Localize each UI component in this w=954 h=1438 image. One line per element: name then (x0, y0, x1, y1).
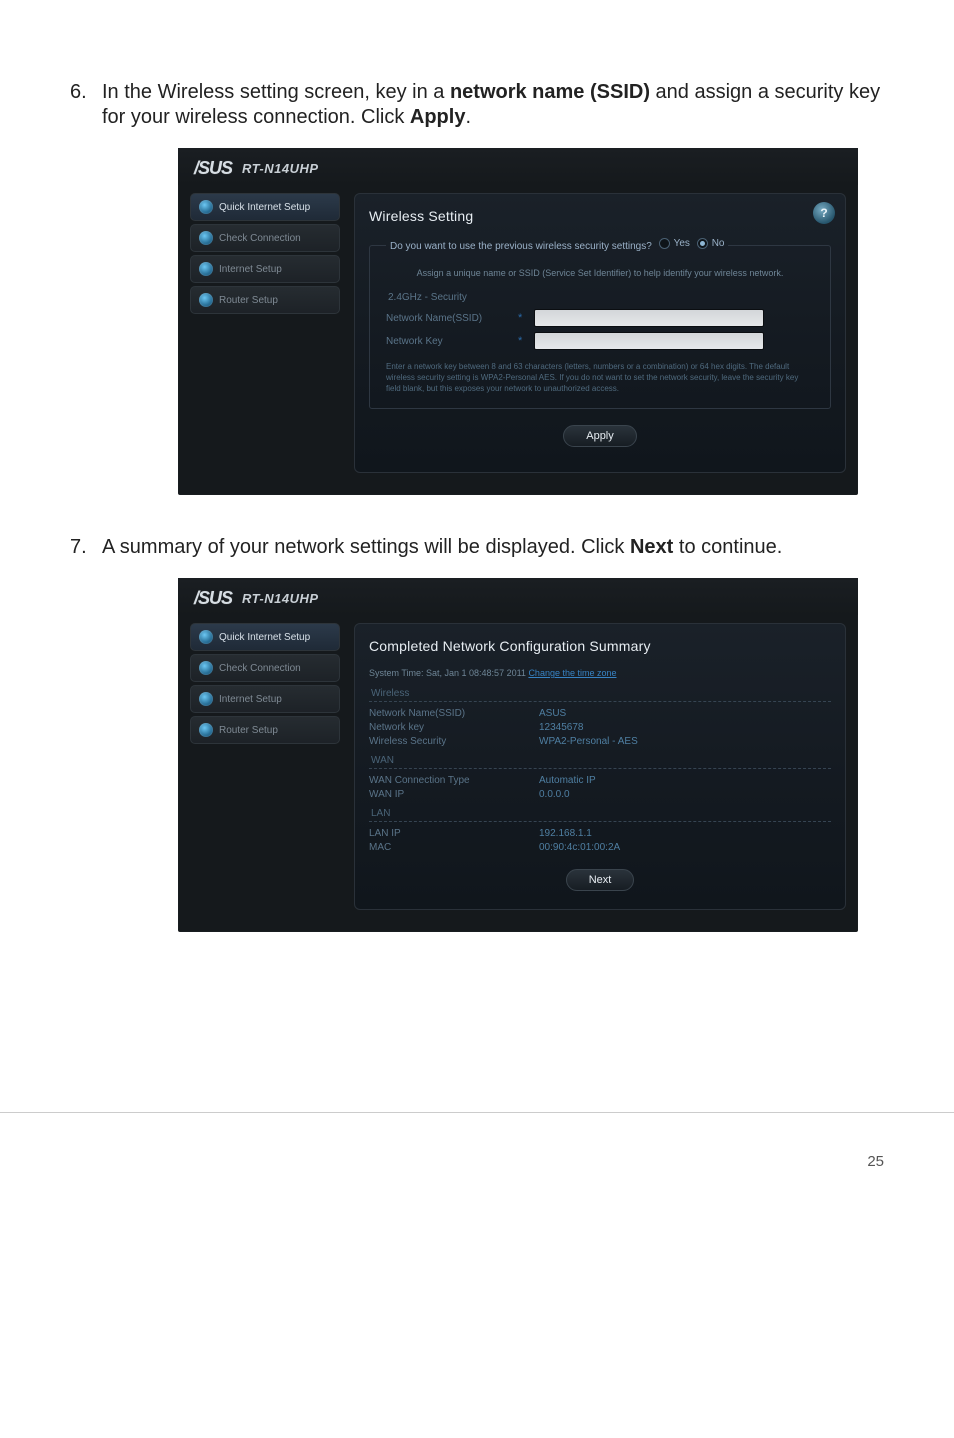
next-button[interactable]: Next (566, 869, 635, 891)
brand-bar: /SUS RT-N14UHP (178, 148, 858, 185)
key-fine-print: Enter a network key between 8 and 63 cha… (386, 362, 814, 394)
wireless-fieldset: Do you want to use the previous wireless… (369, 238, 831, 409)
kv-key: Network key12345678 (369, 722, 831, 733)
divider (369, 821, 831, 822)
key-label: Network Key (386, 336, 506, 347)
step-dot-icon (199, 262, 213, 276)
section-wireless: Wireless (371, 688, 831, 699)
model-label: RT-N14UHP (242, 591, 319, 606)
sidebar-item-internet-setup[interactable]: Internet Setup (190, 255, 340, 283)
step-dot-icon (199, 630, 213, 644)
step-number: 7. (70, 535, 102, 560)
apply-button[interactable]: Apply (563, 425, 637, 447)
summary-panel: Completed Network Configuration Summary … (354, 623, 846, 910)
step-text: A summary of your network settings will … (102, 535, 884, 560)
divider (369, 768, 831, 769)
model-label: RT-N14UHP (242, 161, 319, 176)
kv-ssid: Network Name(SSID)ASUS (369, 708, 831, 719)
wireless-setting-panel: ? Wireless Setting Do you want to use th… (354, 193, 846, 473)
step-dot-icon (199, 723, 213, 737)
sidebar-item-check-connection[interactable]: Check Connection (190, 224, 340, 252)
required-star: * (518, 335, 522, 347)
kv-wan-ip: WAN IP0.0.0.0 (369, 789, 831, 800)
key-row: Network Key * (386, 332, 814, 350)
bold-apply: Apply (410, 106, 466, 128)
sidebar-item-qis[interactable]: Quick Internet Setup (190, 623, 340, 651)
ssid-row: Network Name(SSID) * (386, 309, 814, 327)
qis-sidebar: Quick Internet Setup Check Connection In… (190, 193, 340, 473)
kv-wan-type: WAN Connection TypeAutomatic IP (369, 775, 831, 786)
kv-mac: MAC00:90:4c:01:00:2A (369, 842, 831, 853)
step-7: 7. A summary of your network settings wi… (70, 535, 884, 560)
sidebar-item-check-connection[interactable]: Check Connection (190, 654, 340, 682)
radio-icon (659, 238, 670, 249)
panel-title: Completed Network Configuration Summary (369, 638, 831, 654)
qis-sidebar: Quick Internet Setup Check Connection In… (190, 623, 340, 910)
sidebar-item-internet-setup[interactable]: Internet Setup (190, 685, 340, 713)
sidebar-item-qis[interactable]: Quick Internet Setup (190, 193, 340, 221)
change-timezone-link[interactable]: Change the time zone (528, 668, 616, 678)
ssid-label: Network Name(SSID) (386, 313, 506, 324)
band-label: 2.4GHz - Security (388, 292, 814, 303)
wireless-setting-screenshot: /SUS RT-N14UHP Quick Internet Setup Chec… (178, 148, 858, 495)
brand-bar: /SUS RT-N14UHP (178, 578, 858, 615)
sidebar-item-router-setup[interactable]: Router Setup (190, 286, 340, 314)
bold-ssid: network name (SSID) (450, 81, 650, 103)
brand-logo: /SUS (194, 588, 232, 609)
radio-no[interactable]: No (697, 238, 725, 249)
step-6: 6. In the Wireless setting screen, key i… (70, 80, 884, 130)
key-input[interactable] (534, 332, 764, 350)
required-star: * (518, 312, 522, 324)
bold-next: Next (630, 536, 673, 558)
divider (369, 701, 831, 702)
radio-yes[interactable]: Yes (659, 238, 690, 249)
radio-icon (697, 238, 708, 249)
system-time: System Time: Sat, Jan 1 08:48:57 2011 Ch… (369, 668, 831, 678)
kv-lan-ip: LAN IP192.168.1.1 (369, 828, 831, 839)
sidebar-item-router-setup[interactable]: Router Setup (190, 716, 340, 744)
help-icon[interactable]: ? (813, 202, 835, 224)
kv-security: Wireless SecurityWPA2-Personal - AES (369, 736, 831, 747)
ssid-hint: Assign a unique name or SSID (Service Se… (386, 268, 814, 278)
summary-screenshot: /SUS RT-N14UHP Quick Internet Setup Chec… (178, 578, 858, 932)
previous-settings-legend: Do you want to use the previous wireless… (386, 238, 728, 252)
step-text: In the Wireless setting screen, key in a… (102, 80, 884, 130)
step-number: 6. (70, 80, 102, 130)
brand-logo: /SUS (194, 158, 232, 179)
ssid-input[interactable] (534, 309, 764, 327)
step-dot-icon (199, 692, 213, 706)
step-dot-icon (199, 231, 213, 245)
step-dot-icon (199, 200, 213, 214)
panel-title: Wireless Setting (369, 208, 831, 224)
page-number: 25 (0, 1112, 954, 1200)
section-wan: WAN (371, 755, 831, 766)
step-dot-icon (199, 661, 213, 675)
section-lan: LAN (371, 808, 831, 819)
step-dot-icon (199, 293, 213, 307)
